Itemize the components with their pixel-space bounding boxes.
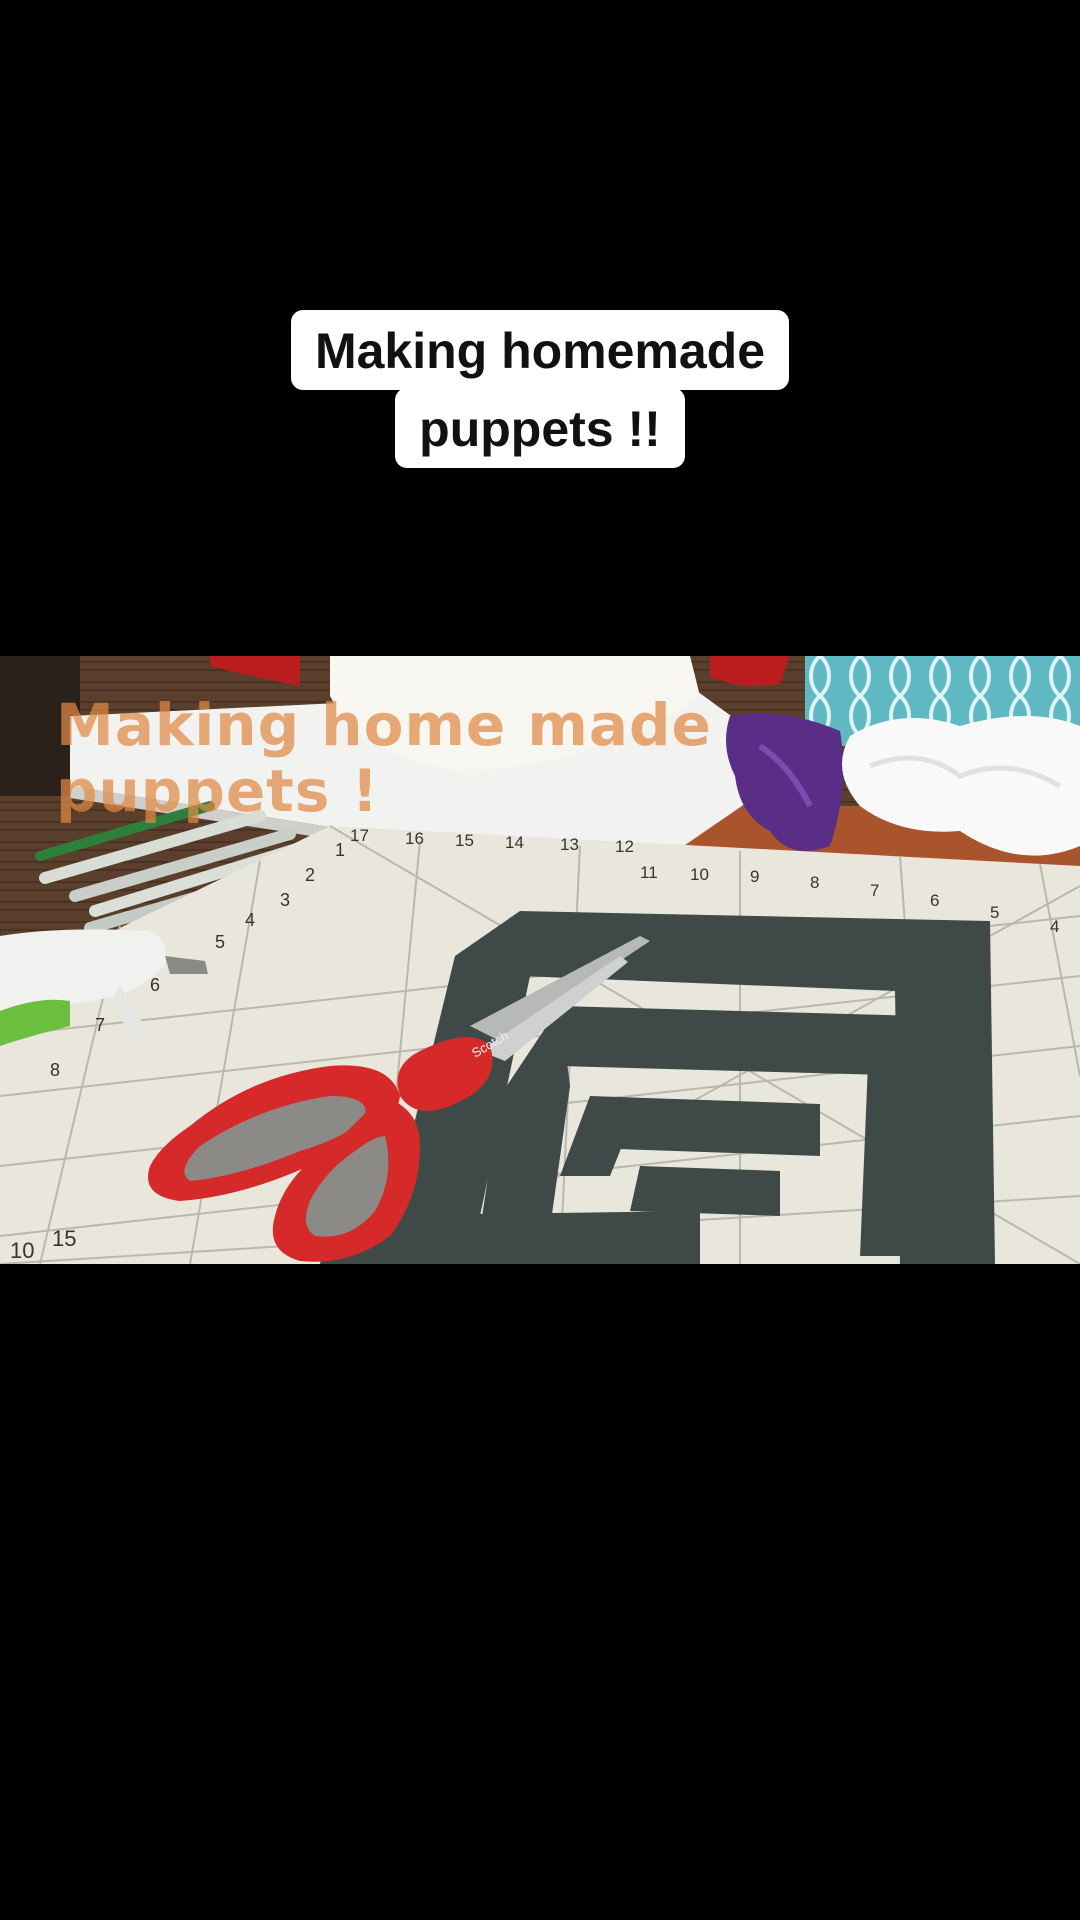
- ruler-top-number: 4: [1050, 917, 1059, 936]
- ruler-top-number: 14: [505, 833, 524, 852]
- ruler-top-number: 11: [640, 863, 658, 882]
- ruler-left-number: 7: [95, 1015, 105, 1035]
- video-text-overlay: Making home made puppets !: [56, 692, 712, 824]
- ruler-top-number: 13: [560, 835, 579, 854]
- ruler-left-number: 4: [245, 910, 255, 930]
- ruler-bottom-number: 15: [52, 1226, 76, 1251]
- ruler-left-number: 6: [150, 975, 160, 995]
- ruler-left-number: 8: [50, 1060, 60, 1080]
- ruler-top-number: 5: [990, 903, 999, 922]
- caption-sticker: Making homemade puppets !!: [0, 310, 1080, 468]
- caption-line-2: puppets !!: [395, 388, 685, 468]
- video-frame[interactable]: 17 16 15 14 13 12 11 10 9 8 7 6 5 4 1 2 …: [0, 656, 1080, 1264]
- overlay-line-1: Making home made: [56, 691, 712, 759]
- ruler-top-number: 12: [615, 837, 634, 856]
- ruler-top-number: 7: [870, 881, 879, 900]
- ruler-top-number: 15: [455, 831, 474, 850]
- ruler-top-number: 9: [750, 867, 759, 886]
- ruler-top-number: 8: [810, 873, 819, 892]
- ruler-left-number: 3: [280, 890, 290, 910]
- ruler-top-number: 6: [930, 891, 939, 910]
- ruler-left-number: 2: [305, 865, 315, 885]
- ruler-top-number: 16: [405, 829, 424, 848]
- ruler-left-number: 1: [335, 840, 345, 860]
- caption-line-1: Making homemade: [290, 310, 790, 390]
- ruler-top-number: 10: [690, 865, 709, 884]
- ruler-bottom-number: 10: [10, 1238, 34, 1263]
- overlay-line-2: puppets !: [56, 757, 380, 825]
- ruler-top-number: 17: [350, 826, 369, 845]
- ruler-left-number: 5: [215, 932, 225, 952]
